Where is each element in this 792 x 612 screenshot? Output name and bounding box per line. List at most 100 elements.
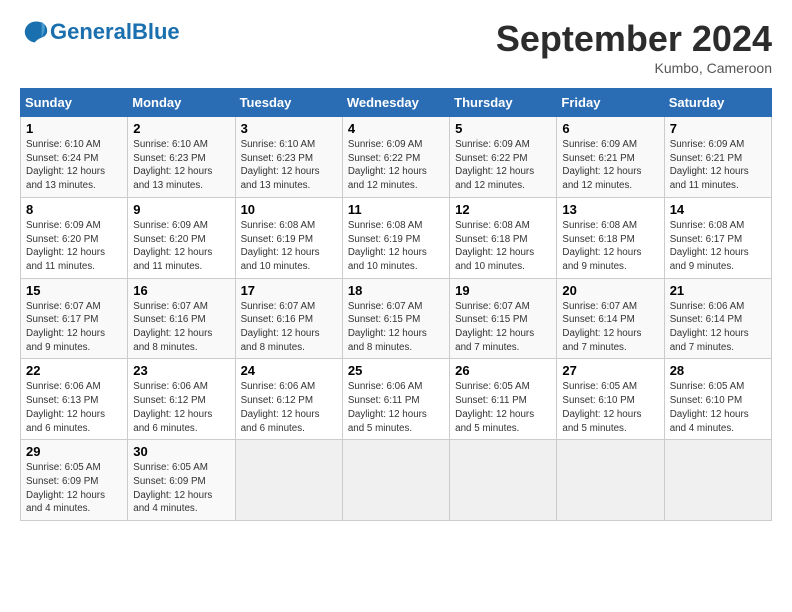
day-info: Sunrise: 6:09 AMSunset: 6:20 PMDaylight:… xyxy=(133,219,229,274)
day-info: Sunrise: 6:10 AMSunset: 6:23 PMDaylight:… xyxy=(241,138,337,193)
day-number: 16 xyxy=(133,283,229,298)
calendar-cell: 18 Sunrise: 6:07 AMSunset: 6:15 PMDayligh… xyxy=(342,278,449,359)
col-monday: Monday xyxy=(128,89,235,117)
calendar-cell: 9 Sunrise: 6:09 AMSunset: 6:20 PMDaylight… xyxy=(128,197,235,278)
logo-text: GeneralBlue xyxy=(50,21,180,43)
day-info: Sunrise: 6:08 AMSunset: 6:17 PMDaylight:… xyxy=(670,219,766,274)
col-tuesday: Tuesday xyxy=(235,89,342,117)
day-number: 24 xyxy=(241,363,337,378)
logo-text-block: GeneralBlue xyxy=(50,21,180,43)
calendar-cell: 13Sunrise: 6:08 AMSunset: 6:18 PMDayligh… xyxy=(557,197,664,278)
day-number: 4 xyxy=(348,121,444,136)
day-number: 7 xyxy=(670,121,766,136)
col-wednesday: Wednesday xyxy=(342,89,449,117)
day-info: Sunrise: 6:05 AMSunset: 6:10 PMDaylight:… xyxy=(670,380,766,435)
calendar-cell xyxy=(450,440,557,521)
day-info: Sunrise: 6:10 AMSunset: 6:23 PMDaylight:… xyxy=(133,138,229,193)
calendar-cell: 19 Sunrise: 6:07 AMSunset: 6:15 PMDayligh… xyxy=(450,278,557,359)
calendar-cell xyxy=(557,440,664,521)
logo-icon xyxy=(22,18,50,46)
calendar-cell: 7 Sunrise: 6:09 AMSunset: 6:21 PMDaylight… xyxy=(664,117,771,198)
calendar-cell: 10 Sunrise: 6:08 AMSunset: 6:19 PMDayligh… xyxy=(235,197,342,278)
day-info: Sunrise: 6:08 AMSunset: 6:18 PMDaylight:… xyxy=(562,219,658,274)
day-number: 19 xyxy=(455,283,551,298)
day-number: 29 xyxy=(26,444,122,459)
calendar-cell: 12 Sunrise: 6:08 AMSunset: 6:18 PMDayligh… xyxy=(450,197,557,278)
col-friday: Friday xyxy=(557,89,664,117)
day-info: Sunrise: 6:08 AMSunset: 6:19 PMDaylight:… xyxy=(241,219,337,274)
day-number: 18 xyxy=(348,283,444,298)
day-info: Sunrise: 6:05 AMSunset: 6:09 PMDaylight:… xyxy=(133,461,229,516)
calendar-cell: 30 Sunrise: 6:05 AMSunset: 6:09 PMDayligh… xyxy=(128,440,235,521)
day-number: 6 xyxy=(562,121,658,136)
day-info: Sunrise: 6:07 AMSunset: 6:17 PMDaylight:… xyxy=(26,300,122,355)
day-info: Sunrise: 6:07 AMSunset: 6:16 PMDaylight:… xyxy=(241,300,337,355)
calendar-cell: 14 Sunrise: 6:08 AMSunset: 6:17 PMDayligh… xyxy=(664,197,771,278)
calendar-cell xyxy=(664,440,771,521)
calendar-cell: 20 Sunrise: 6:07 AMSunset: 6:14 PMDayligh… xyxy=(557,278,664,359)
calendar-cell: 24 Sunrise: 6:06 AMSunset: 6:12 PMDayligh… xyxy=(235,359,342,440)
day-number: 15 xyxy=(26,283,122,298)
calendar-cell: 5Sunrise: 6:09 AMSunset: 6:22 PMDaylight… xyxy=(450,117,557,198)
day-info: Sunrise: 6:09 AMSunset: 6:21 PMDaylight:… xyxy=(670,138,766,193)
title-block: September 2024 Kumbo, Cameroon xyxy=(496,18,772,76)
day-number: 12 xyxy=(455,202,551,217)
calendar-cell: 16 Sunrise: 6:07 AMSunset: 6:16 PMDayligh… xyxy=(128,278,235,359)
calendar-row-4: 22Sunrise: 6:06 AMSunset: 6:13 PMDayligh… xyxy=(21,359,772,440)
day-number: 10 xyxy=(241,202,337,217)
day-info: Sunrise: 6:06 AMSunset: 6:12 PMDaylight:… xyxy=(133,380,229,435)
calendar-row-1: 1Sunrise: 6:10 AMSunset: 6:24 PMDaylight… xyxy=(21,117,772,198)
day-number: 1 xyxy=(26,121,122,136)
calendar-cell: 3 Sunrise: 6:10 AMSunset: 6:23 PMDaylight… xyxy=(235,117,342,198)
day-info: Sunrise: 6:05 AMSunset: 6:09 PMDaylight:… xyxy=(26,461,122,516)
day-number: 8 xyxy=(26,202,122,217)
day-number: 22 xyxy=(26,363,122,378)
day-info: Sunrise: 6:08 AMSunset: 6:18 PMDaylight:… xyxy=(455,219,551,274)
calendar-cell: 6 Sunrise: 6:09 AMSunset: 6:21 PMDaylight… xyxy=(557,117,664,198)
day-number: 3 xyxy=(241,121,337,136)
day-info: Sunrise: 6:07 AMSunset: 6:14 PMDaylight:… xyxy=(562,300,658,355)
header-row: Sunday Monday Tuesday Wednesday Thursday… xyxy=(21,89,772,117)
calendar-row-5: 29 Sunrise: 6:05 AMSunset: 6:09 PMDayligh… xyxy=(21,440,772,521)
calendar-cell: 15 Sunrise: 6:07 AMSunset: 6:17 PMDayligh… xyxy=(21,278,128,359)
day-info: Sunrise: 6:05 AMSunset: 6:10 PMDaylight:… xyxy=(562,380,658,435)
day-number: 14 xyxy=(670,202,766,217)
day-number: 5 xyxy=(455,121,551,136)
calendar-row-3: 15 Sunrise: 6:07 AMSunset: 6:17 PMDayligh… xyxy=(21,278,772,359)
calendar-cell: 22Sunrise: 6:06 AMSunset: 6:13 PMDayligh… xyxy=(21,359,128,440)
day-info: Sunrise: 6:07 AMSunset: 6:16 PMDaylight:… xyxy=(133,300,229,355)
calendar-table: Sunday Monday Tuesday Wednesday Thursday… xyxy=(20,88,772,521)
day-number: 28 xyxy=(670,363,766,378)
logo-general: General xyxy=(50,19,132,44)
calendar-cell: 17 Sunrise: 6:07 AMSunset: 6:16 PMDayligh… xyxy=(235,278,342,359)
day-info: Sunrise: 6:08 AMSunset: 6:19 PMDaylight:… xyxy=(348,219,444,274)
day-info: Sunrise: 6:06 AMSunset: 6:12 PMDaylight:… xyxy=(241,380,337,435)
day-info: Sunrise: 6:06 AMSunset: 6:14 PMDaylight:… xyxy=(670,300,766,355)
day-number: 20 xyxy=(562,283,658,298)
col-thursday: Thursday xyxy=(450,89,557,117)
calendar-cell: 29 Sunrise: 6:05 AMSunset: 6:09 PMDayligh… xyxy=(21,440,128,521)
calendar-cell: 26Sunrise: 6:05 AMSunset: 6:11 PMDayligh… xyxy=(450,359,557,440)
day-number: 25 xyxy=(348,363,444,378)
day-number: 17 xyxy=(241,283,337,298)
calendar-cell: 4 Sunrise: 6:09 AMSunset: 6:22 PMDaylight… xyxy=(342,117,449,198)
day-number: 11 xyxy=(348,202,444,217)
calendar-cell: 8 Sunrise: 6:09 AMSunset: 6:20 PMDaylight… xyxy=(21,197,128,278)
day-info: Sunrise: 6:09 AMSunset: 6:22 PMDaylight:… xyxy=(348,138,444,193)
logo: GeneralBlue xyxy=(20,18,180,46)
day-info: Sunrise: 6:07 AMSunset: 6:15 PMDaylight:… xyxy=(455,300,551,355)
calendar-cell: 25Sunrise: 6:06 AMSunset: 6:11 PMDayligh… xyxy=(342,359,449,440)
day-info: Sunrise: 6:07 AMSunset: 6:15 PMDaylight:… xyxy=(348,300,444,355)
day-info: Sunrise: 6:09 AMSunset: 6:20 PMDaylight:… xyxy=(26,219,122,274)
day-info: Sunrise: 6:09 AMSunset: 6:21 PMDaylight:… xyxy=(562,138,658,193)
day-number: 27 xyxy=(562,363,658,378)
logo-blue: Blue xyxy=(132,19,180,44)
day-number: 2 xyxy=(133,121,229,136)
col-sunday: Sunday xyxy=(21,89,128,117)
calendar-cell: 1Sunrise: 6:10 AMSunset: 6:24 PMDaylight… xyxy=(21,117,128,198)
day-number: 30 xyxy=(133,444,229,459)
day-number: 9 xyxy=(133,202,229,217)
calendar-cell xyxy=(235,440,342,521)
header: GeneralBlue September 2024 Kumbo, Camero… xyxy=(20,18,772,76)
calendar-cell: 11 Sunrise: 6:08 AMSunset: 6:19 PMDayligh… xyxy=(342,197,449,278)
